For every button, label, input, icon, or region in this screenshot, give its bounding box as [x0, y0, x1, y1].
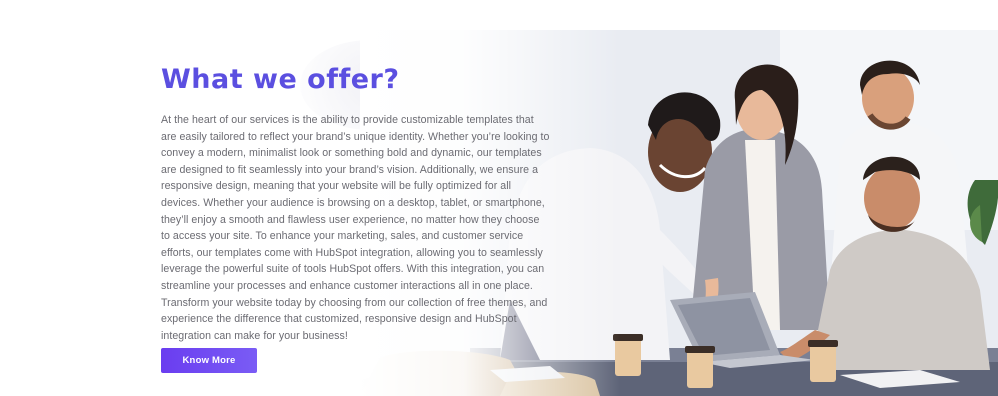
know-more-button[interactable]: Know More — [161, 348, 257, 373]
section-title: What we offer? — [161, 64, 400, 95]
section-description: At the heart of our services is the abil… — [161, 114, 550, 342]
what-we-offer-section: What we offer? At the heart of our servi… — [0, 0, 998, 396]
offer-content: What we offer? At the heart of our servi… — [161, 62, 551, 344]
